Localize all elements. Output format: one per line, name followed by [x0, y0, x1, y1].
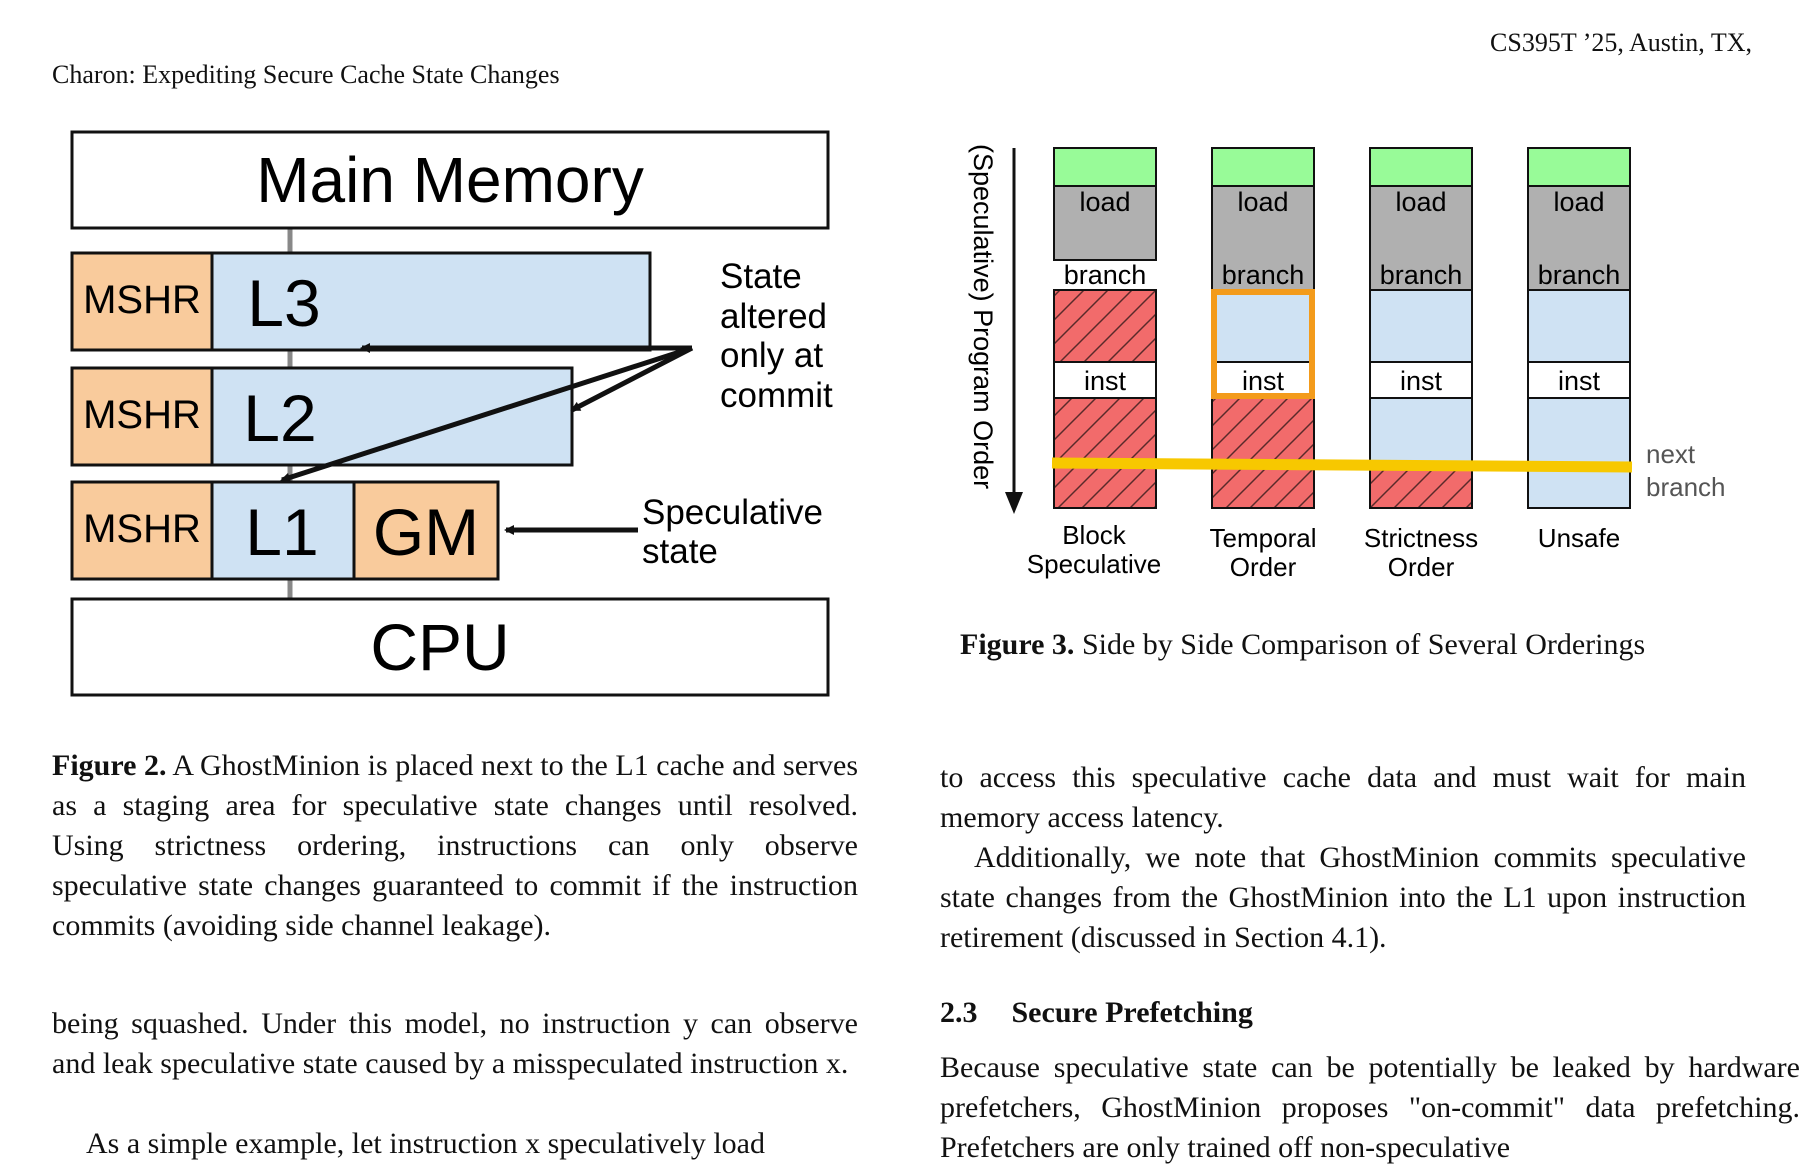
col1-label-line-2: Speculative: [1027, 549, 1161, 579]
y-axis-label: (Speculative) Program Order: [968, 144, 998, 489]
right-paragraph-2: Additionally, we note that GhostMinion c…: [940, 841, 1746, 954]
col1-load-label: load: [1079, 187, 1130, 217]
l1-label: L1: [245, 495, 318, 569]
col3-inst-label: inst: [1400, 366, 1443, 396]
figure-3-caption: Figure 3. Side by Side Comparison of Sev…: [960, 628, 1645, 662]
next-branch-label-1: next: [1646, 439, 1696, 469]
figure-3-caption-text: Side by Side Comparison of Several Order…: [1074, 628, 1646, 661]
figure-2-caption-text: A GhostMinion is placed next to the L1 c…: [52, 749, 858, 942]
right-paragraph-1: to access this speculative cache data an…: [940, 761, 1746, 834]
next-branch-label-2: branch: [1646, 472, 1726, 502]
figure-2-caption: Figure 2. A GhostMinion is placed next t…: [52, 746, 858, 946]
note-state-line-2: altered: [720, 297, 827, 336]
right-paragraph-3: Because speculative state can be potenti…: [940, 1051, 1800, 1164]
note-spec-line-2: state: [642, 532, 718, 571]
col1-branch-label: branch: [1064, 260, 1147, 290]
running-header-title: Charon: Expediting Secure Cache State Ch…: [52, 60, 560, 89]
col3-green-segment: [1369, 147, 1473, 187]
col3-branch-label: branch: [1380, 260, 1463, 290]
down-arrow-icon: [1005, 492, 1023, 514]
figure-3-diagram: (Speculative) Program Order load branch …: [968, 144, 1726, 582]
col4-blue-segment-1: [1527, 289, 1631, 363]
note-spec-line-1: Speculative: [642, 493, 823, 532]
column-block-speculative: load branch inst: [1053, 147, 1157, 509]
col1-hatched-segment-1: [1053, 289, 1157, 363]
col1-green-segment: [1053, 147, 1157, 187]
column-temporal-order: load branch inst: [1211, 147, 1315, 509]
section-heading: 2.3 Secure Prefetching: [940, 996, 1253, 1030]
next-branch-line: [1051, 457, 1633, 473]
figure-2-caption-label: Figure 2.: [52, 749, 167, 782]
figure-3-caption-label: Figure 3.: [960, 628, 1075, 661]
col3-blue-segment-2: [1369, 397, 1473, 463]
mshr-l3-label: MSHR: [83, 278, 201, 322]
main-memory-label: Main Memory: [256, 144, 644, 216]
note-state-line-4: commit: [720, 376, 833, 415]
col4-load-label: load: [1553, 187, 1604, 217]
col2-branch-label: branch: [1222, 260, 1305, 290]
section-title: Secure Prefetching: [1011, 996, 1253, 1029]
left-paragraph-1: being squashed. Under this model, no ins…: [52, 1007, 858, 1080]
running-header-venue: CS395T ’25, Austin, TX,: [1490, 28, 1752, 57]
col2-hatched-segment: [1211, 397, 1315, 509]
col3-blue-segment-1: [1369, 289, 1473, 363]
col2-green-segment: [1211, 147, 1315, 187]
mshr-l1-label: MSHR: [83, 507, 201, 551]
section-number: 2.3: [940, 996, 978, 1029]
left-paragraph-2: As a simple example, let instruction x s…: [86, 1127, 765, 1160]
figure-2-diagram: Main Memory MSHR L3 MSHR L2 MSHR L1 GM C…: [70, 130, 833, 697]
column-unsafe: load branch inst: [1527, 147, 1631, 509]
l3-label: L3: [247, 266, 320, 340]
col1-inst-label: inst: [1084, 366, 1127, 396]
col3-load-label: load: [1395, 187, 1446, 217]
column-strictness-order: load branch inst: [1369, 147, 1473, 509]
col2-load-label: load: [1237, 187, 1288, 217]
col1-label-line-1: Block: [1062, 520, 1127, 550]
mshr-l2-label: MSHR: [83, 393, 201, 437]
col2-inst-label: inst: [1242, 366, 1285, 396]
l2-label: L2: [243, 381, 316, 455]
col4-green-segment: [1527, 147, 1631, 187]
col2-label-line-2: Order: [1230, 552, 1297, 582]
col4-label-line-1: Unsafe: [1538, 523, 1620, 553]
col4-inst-label: inst: [1558, 366, 1601, 396]
gm-label: GM: [373, 495, 479, 569]
col3-label-line-1: Strictness: [1364, 523, 1478, 553]
note-state-line-1: State: [720, 257, 802, 296]
note-state-line-3: only at: [720, 336, 823, 375]
col1-hatched-segment-2: [1053, 397, 1157, 509]
col4-blue-segment-2: [1527, 397, 1631, 509]
col3-label-line-2: Order: [1388, 552, 1455, 582]
col4-branch-label: branch: [1538, 260, 1621, 290]
col2-blue-segment: [1211, 289, 1315, 363]
col2-label-line-1: Temporal: [1210, 523, 1317, 553]
cpu-label: CPU: [370, 610, 509, 684]
